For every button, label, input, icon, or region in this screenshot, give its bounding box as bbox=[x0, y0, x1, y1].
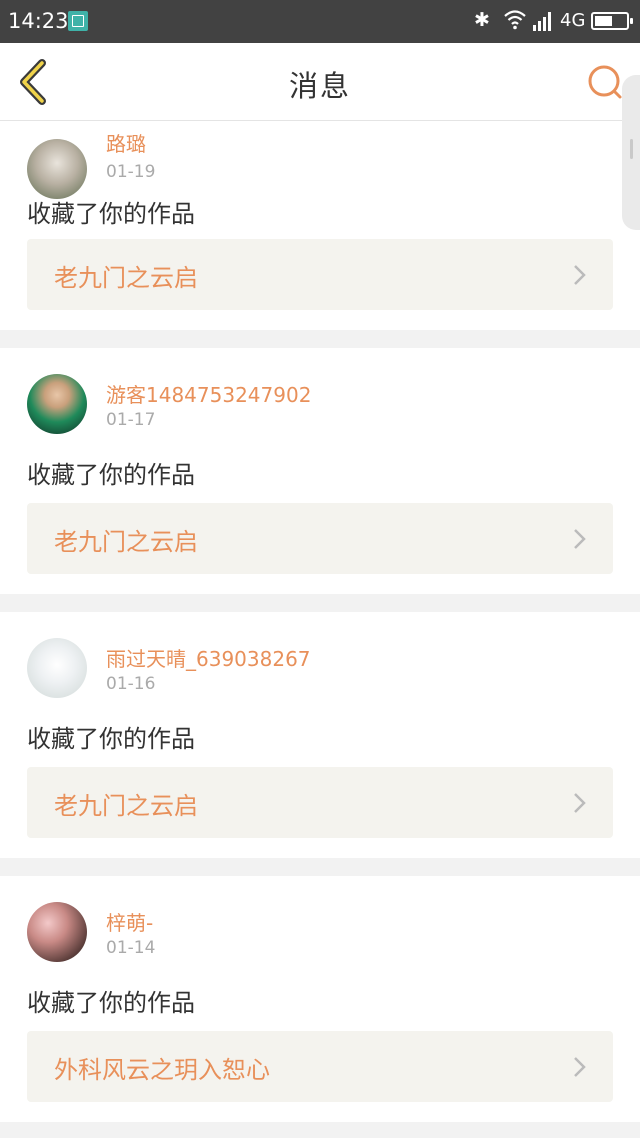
battery-level bbox=[595, 16, 612, 26]
avatar[interactable] bbox=[27, 374, 87, 434]
chevron-right-icon bbox=[574, 529, 586, 549]
work-title: 外科风云之玥入恕心 bbox=[54, 1056, 270, 1084]
search-icon[interactable] bbox=[586, 63, 626, 103]
signal-icon bbox=[533, 12, 551, 31]
avatar[interactable] bbox=[27, 638, 87, 698]
chevron-right-icon bbox=[574, 793, 586, 813]
wifi-icon bbox=[504, 10, 526, 30]
message-date: 01-19 bbox=[106, 162, 156, 182]
work-title: 老九门之云启 bbox=[54, 792, 198, 820]
message-date: 01-16 bbox=[106, 674, 156, 694]
username[interactable]: 路璐 bbox=[106, 128, 146, 157]
message-date: 01-14 bbox=[106, 938, 156, 958]
work-link[interactable]: 外科风云之玥入恕心 bbox=[27, 1031, 613, 1102]
username[interactable]: 游客1484753247902 bbox=[106, 379, 311, 408]
username[interactable]: 雨过天晴_639038267 bbox=[106, 643, 311, 672]
action-text: 收藏了你的作品 bbox=[27, 989, 195, 1017]
avatar[interactable] bbox=[27, 902, 87, 962]
message-card: 路璐 01-19 收藏了你的作品 老九门之云启 bbox=[0, 120, 640, 330]
screenshot-icon bbox=[68, 11, 88, 31]
work-link[interactable]: 老九门之云启 bbox=[27, 767, 613, 838]
bluetooth-icon: ✱ bbox=[474, 9, 490, 31]
chevron-right-icon bbox=[574, 1057, 586, 1077]
chevron-right-icon bbox=[574, 265, 586, 285]
work-link[interactable]: 老九门之云启 bbox=[27, 503, 613, 574]
message-card: 游客1484753247902 01-17 收藏了你的作品 老九门之云启 bbox=[0, 348, 640, 594]
side-drawer-handle[interactable] bbox=[622, 75, 640, 230]
avatar[interactable] bbox=[27, 139, 87, 199]
page-title: 消息 bbox=[288, 69, 351, 103]
navbar: 消息 bbox=[0, 43, 640, 121]
network-type: 4G bbox=[560, 10, 586, 31]
action-text: 收藏了你的作品 bbox=[27, 725, 195, 753]
status-time: 14:23 bbox=[8, 9, 69, 33]
message-card: 雨过天晴_639038267 01-16 收藏了你的作品 老九门之云启 bbox=[0, 612, 640, 858]
work-title: 老九门之云启 bbox=[54, 264, 198, 292]
action-text: 收藏了你的作品 bbox=[27, 461, 195, 489]
message-list: 路璐 01-19 收藏了你的作品 老九门之云启 游客1484753247902 … bbox=[0, 120, 640, 1138]
work-link[interactable]: 老九门之云启 bbox=[27, 239, 613, 310]
message-date: 01-17 bbox=[106, 410, 156, 430]
action-text: 收藏了你的作品 bbox=[27, 200, 195, 228]
work-title: 老九门之云启 bbox=[54, 528, 198, 556]
status-bar: 14:23 ✱ 4G bbox=[0, 0, 640, 43]
message-card: 梓萌- 01-14 收藏了你的作品 外科风云之玥入恕心 bbox=[0, 876, 640, 1122]
battery-icon bbox=[591, 12, 633, 30]
username[interactable]: 梓萌- bbox=[106, 907, 153, 936]
